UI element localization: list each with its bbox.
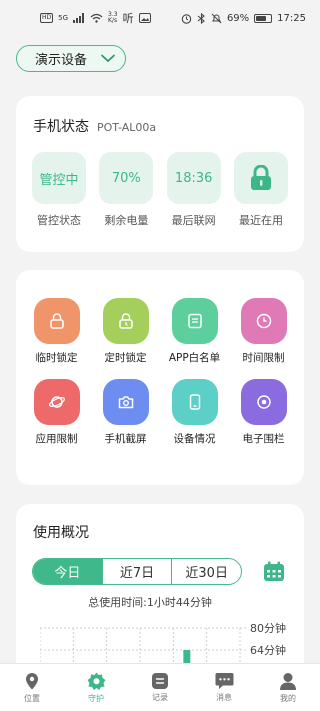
function-time-limit[interactable]: 时间限制 <box>229 298 298 365</box>
phone-status-title: 手机状态 <box>33 119 89 135</box>
device-model: POT-AL00a <box>97 121 157 134</box>
function-label: 应用限制 <box>35 433 78 445</box>
battery-icon <box>254 13 273 23</box>
timer-lock-icon <box>102 298 149 344</box>
clock-icon <box>240 298 287 344</box>
signal-icon <box>73 13 85 23</box>
clock: 17:25 <box>277 12 306 24</box>
function-timer-lock[interactable]: 定时锁定 <box>91 298 160 365</box>
functions-card: 临时锁定 定时锁定 APP白名单 时间限制 应用限制 手机截屏 设备情况 电子围… <box>16 270 304 485</box>
recent-app-box <box>233 152 288 204</box>
function-label: 临时锁定 <box>35 352 78 364</box>
device-selector[interactable]: 演示设备 <box>16 45 126 72</box>
last-online-value: 18:36 <box>166 152 221 204</box>
battery-remaining-value: 70% <box>99 152 154 204</box>
control-status-value: 管控中 <box>32 152 86 204</box>
nav-guard[interactable]: 守护 <box>64 664 128 711</box>
nav-label: 我的 <box>280 693 296 703</box>
bottom-nav: 位置 守护 记录 消息 我的 <box>0 663 320 711</box>
phone-status-card: 手机状态 POT-AL00a 管控中 管控状态 70% 剩余电量 18:36 最… <box>16 96 304 252</box>
nav-label: 位置 <box>24 693 40 703</box>
extra-status-glyph: 听 <box>122 12 134 25</box>
status-control[interactable]: 管控中 管控状态 <box>32 152 86 228</box>
chart-y-tick-label: 80分钟 <box>250 621 286 635</box>
usage-title: 使用概况 <box>33 525 89 541</box>
nav-record[interactable]: 记录 <box>128 664 192 711</box>
nav-label: 消息 <box>216 693 232 702</box>
function-label: 设备情况 <box>173 433 216 445</box>
function-label: APP白名单 <box>168 352 221 364</box>
mute-icon <box>211 13 222 23</box>
tab-today[interactable]: 今日 <box>33 559 102 584</box>
nav-message[interactable]: 消息 <box>192 664 256 711</box>
last-online-label: 最后联网 <box>171 214 216 227</box>
nav-label: 守护 <box>88 693 104 703</box>
function-label: 时间限制 <box>242 352 285 364</box>
wifi-icon <box>90 13 103 23</box>
function-label: 电子围栏 <box>242 433 285 445</box>
function-app-limit[interactable]: 应用限制 <box>22 379 91 446</box>
chart-y-tick-label: 64分钟 <box>250 643 286 657</box>
lock-icon <box>250 165 271 190</box>
message-icon <box>215 673 233 689</box>
calendar-button[interactable] <box>262 560 286 584</box>
status-bar: HD 5G 3.3 K/s 听 69% 17:25 <box>0 0 320 36</box>
nav-profile[interactable]: 我的 <box>256 664 320 711</box>
nav-location[interactable]: 位置 <box>0 664 64 711</box>
gallery-icon <box>138 13 151 23</box>
total-usage-time: 总使用时间:1小时44分钟 <box>88 596 212 609</box>
network-speed: 3.3 K/s <box>108 11 118 24</box>
list-icon <box>171 298 218 344</box>
record-icon <box>152 673 168 689</box>
tab-30-days[interactable]: 近30日 <box>171 559 241 584</box>
control-status-label: 管控状态 <box>37 214 81 227</box>
recent-app-label: 最近在用 <box>238 214 283 227</box>
location-icon <box>26 672 38 689</box>
hd-indicator: HD <box>40 13 54 23</box>
chevron-down-icon <box>101 54 115 63</box>
network-type: 5G <box>58 14 69 22</box>
calendar-icon <box>264 561 284 581</box>
function-screenshot[interactable]: 手机截屏 <box>91 379 160 446</box>
status-last-online[interactable]: 18:36 最后联网 <box>166 152 221 228</box>
device-selector-label: 演示设备 <box>35 53 88 68</box>
battery-remaining-label: 剩余电量 <box>104 214 149 227</box>
tab-7-days[interactable]: 近7日 <box>101 559 172 584</box>
lock-icon <box>33 298 80 344</box>
guard-icon <box>87 672 105 690</box>
status-recent-app[interactable]: 最近在用 <box>233 152 288 228</box>
function-label: 手机截屏 <box>104 433 147 445</box>
function-app-whitelist[interactable]: APP白名单 <box>160 298 229 365</box>
planet-icon <box>33 379 80 425</box>
phone-icon <box>171 379 218 425</box>
nav-label: 记录 <box>152 693 168 702</box>
function-label: 定时锁定 <box>104 352 147 364</box>
bluetooth-icon <box>197 12 205 24</box>
status-battery[interactable]: 70% 剩余电量 <box>99 152 154 228</box>
camera-icon <box>102 379 149 425</box>
battery-percent: 69% <box>226 12 250 24</box>
function-geofence[interactable]: 电子围栏 <box>229 379 298 446</box>
profile-icon <box>280 672 296 690</box>
alarm-icon <box>181 13 192 24</box>
usage-range-tabs: 今日 近7日 近30日 <box>32 558 242 585</box>
function-temp-lock[interactable]: 临时锁定 <box>22 298 91 365</box>
target-icon <box>240 379 287 425</box>
function-device-info[interactable]: 设备情况 <box>160 379 229 446</box>
